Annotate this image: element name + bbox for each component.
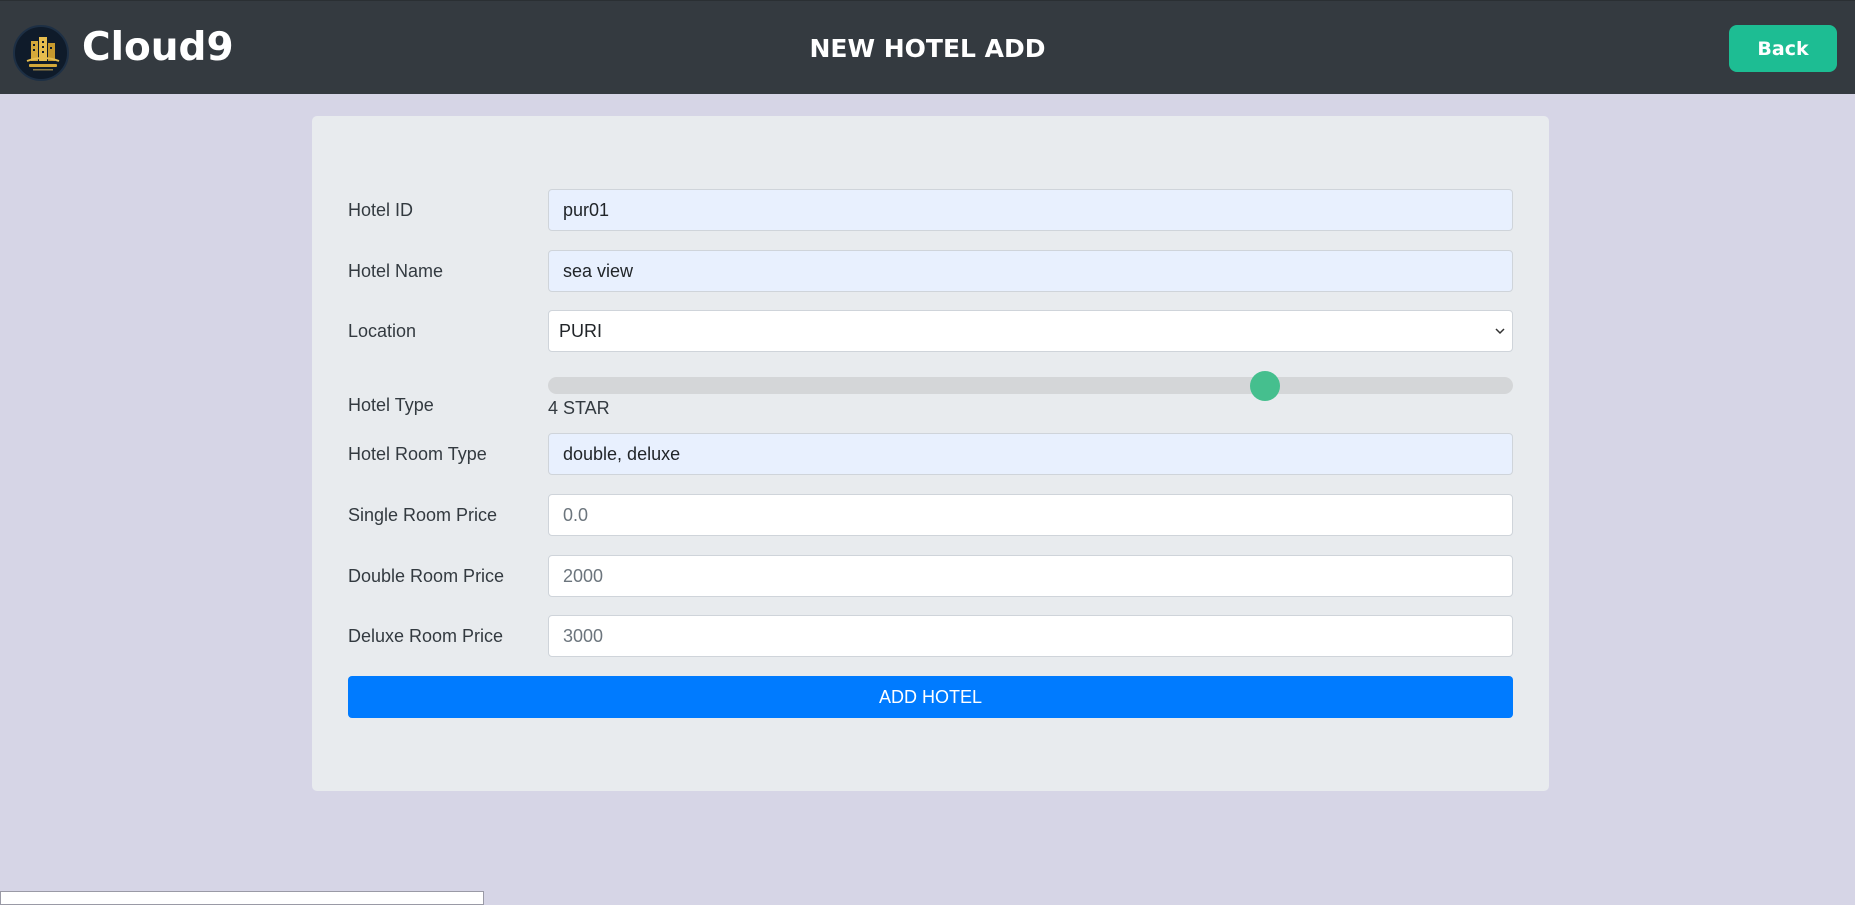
deluxe-price-label: Deluxe Room Price	[348, 626, 504, 646]
room-type-label: Hotel Room Type	[348, 444, 487, 464]
slider-thumb[interactable]	[1249, 371, 1280, 401]
deluxe-price-input[interactable]: 3000	[548, 615, 1513, 657]
single-price-row: Single Room Price 0.0	[348, 494, 1513, 536]
hotel-name-input[interactable]: sea view	[548, 250, 1513, 292]
top-navbar: Cloud9 NEW HOTEL ADD Back	[0, 0, 1855, 94]
double-price-row: Double Room Price 2000	[348, 555, 1513, 597]
room-type-input[interactable]: double, deluxe	[548, 433, 1513, 475]
hotel-type-slider[interactable]	[548, 371, 1513, 401]
hotel-id-row: Hotel ID pur01	[348, 189, 1513, 231]
chevron-down-icon	[1495, 328, 1505, 335]
location-label: Location	[348, 321, 417, 341]
single-price-input[interactable]: 0.0	[548, 494, 1513, 536]
hotel-name-row: Hotel Name sea view	[348, 250, 1513, 292]
location-selected-value: PURI	[559, 320, 603, 341]
back-button[interactable]: Back	[1729, 25, 1837, 72]
double-price-label: Double Room Price	[348, 566, 505, 586]
add-hotel-button[interactable]: ADD HOTEL	[348, 676, 1513, 718]
hotel-id-label: Hotel ID	[348, 200, 414, 220]
double-price-input[interactable]: 2000	[548, 555, 1513, 597]
hotel-type-label: Hotel Type	[348, 395, 434, 415]
location-select[interactable]: PURI	[548, 310, 1513, 352]
hotel-name-label: Hotel Name	[348, 261, 444, 281]
hotel-type-row: Hotel Type 4 STAR	[348, 371, 1513, 431]
page-title: NEW HOTEL ADD	[809, 34, 1046, 63]
deluxe-price-row: Deluxe Room Price 3000	[348, 615, 1513, 657]
hotel-id-input[interactable]: pur01	[548, 189, 1513, 231]
hotel-type-value: 4 STAR	[548, 398, 610, 418]
single-price-label: Single Room Price	[348, 505, 498, 525]
add-hotel-form: Hotel ID pur01 Hotel Name sea view Locat…	[312, 116, 1549, 791]
location-row: Location PURI	[348, 310, 1513, 352]
room-type-row: Hotel Room Type double, deluxe	[348, 433, 1513, 475]
